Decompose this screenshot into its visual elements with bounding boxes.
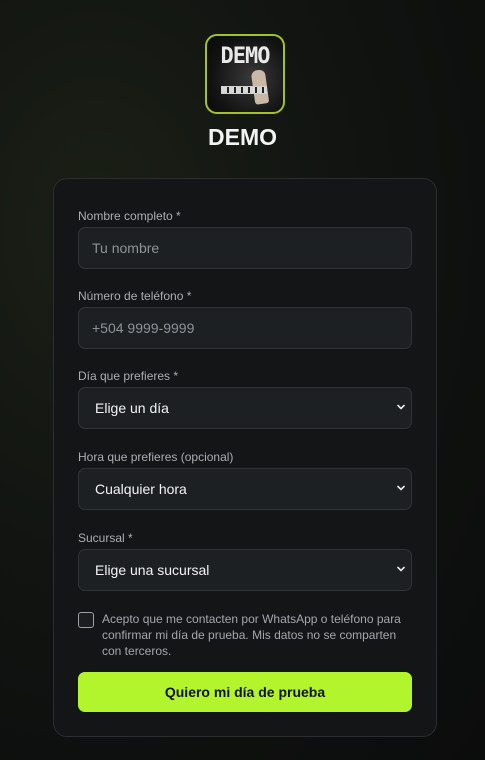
day-select[interactable]: Elige un día (78, 387, 412, 429)
chevron-down-icon (397, 484, 405, 492)
phone-input[interactable]: +504 9999-9999 (78, 307, 412, 349)
time-selected-value: Cualquier hora (95, 481, 187, 497)
phone-label: Número de teléfono * (78, 289, 192, 303)
consent-checkbox[interactable] (78, 612, 94, 628)
branch-select[interactable]: Elige una sucursal (78, 549, 412, 591)
brand-logo: DEMO (205, 34, 285, 114)
chevron-down-icon (397, 565, 405, 573)
time-select[interactable]: Cualquier hora (78, 468, 412, 510)
branch-label: Sucursal * (78, 531, 133, 545)
brand-title: DEMO (208, 124, 277, 150)
chevron-down-icon (397, 403, 405, 411)
phone-placeholder: +504 9999-9999 (92, 320, 195, 336)
name-label: Nombre completo * (78, 209, 181, 223)
name-placeholder: Tu nombre (92, 240, 160, 256)
day-label: Día que prefieres * (78, 369, 179, 383)
submit-button-label: Quiero mi día de prueba (164, 684, 326, 700)
day-selected-value: Elige un día (95, 400, 169, 416)
branch-selected-value: Elige una sucursal (95, 562, 210, 578)
submit-button[interactable]: Quiero mi día de prueba (78, 672, 412, 712)
logo-text: DEMO (220, 44, 271, 69)
name-input[interactable]: Tu nombre (78, 227, 412, 269)
time-label: Hora que prefieres (opcional) (78, 450, 234, 464)
logo-progress-graphic (221, 86, 267, 94)
consent-text: Acepto que me contacten por WhatsApp o t… (102, 612, 401, 658)
